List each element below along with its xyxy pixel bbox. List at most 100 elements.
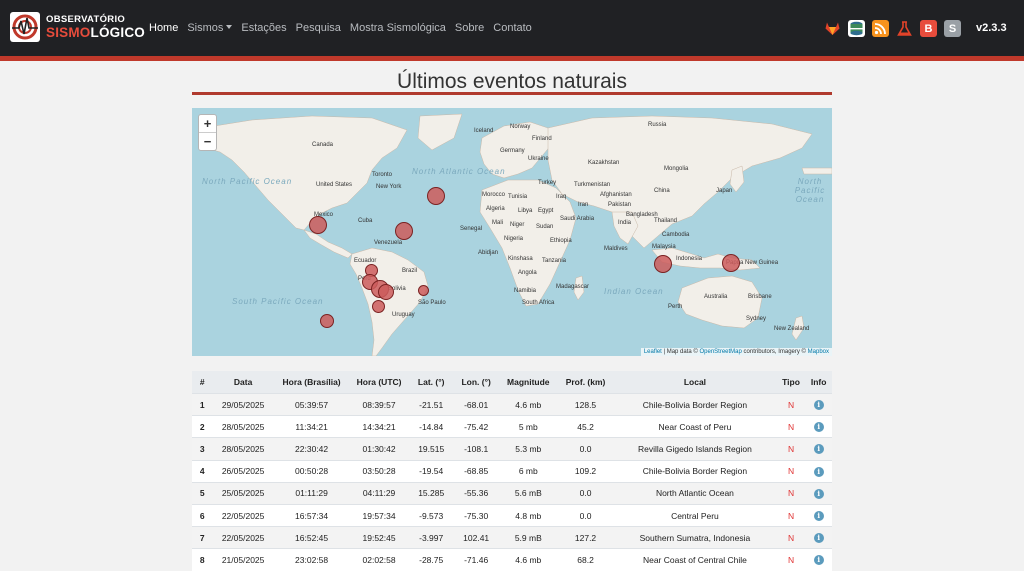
- table-cell: 5.9 mB: [498, 526, 558, 549]
- event-marker[interactable]: [320, 314, 334, 328]
- info-icon[interactable]: i: [813, 444, 824, 455]
- map-label-iceland: Iceland: [474, 128, 494, 134]
- event-marker[interactable]: [427, 187, 445, 205]
- event-marker[interactable]: [418, 285, 429, 296]
- event-marker[interactable]: [378, 284, 394, 300]
- map-label-cambodia: Cambodia: [662, 232, 690, 238]
- rss-icon[interactable]: [872, 20, 889, 37]
- info-icon[interactable]: i: [813, 422, 824, 433]
- table-cell: Chile-Bolivia Border Region: [613, 459, 777, 483]
- event-marker[interactable]: [372, 300, 385, 313]
- table-cell: 6 mb: [498, 459, 558, 483]
- map-label-senegal: Senegal: [460, 226, 483, 232]
- table-row[interactable]: 2 28/05/2025 11:34:21 14:34:21 -14.84 -75.42 5…: [192, 415, 832, 438]
- table-row[interactable]: 3 28/05/2025 22:30:42 01:30:42 19.515 -108.1 5…: [192, 437, 832, 461]
- attribution-text-2: contributors, Imagery ©: [741, 349, 808, 355]
- map-label-united-states: United States: [316, 182, 353, 188]
- table-cell: -28.75: [408, 548, 454, 571]
- table-cell: 19:57:34: [349, 503, 409, 527]
- map-label-egypt: Egypt: [538, 208, 554, 214]
- table-cell: -68.01: [453, 392, 499, 416]
- table-cell: 21/05/2025: [212, 548, 274, 571]
- brand-logo-link[interactable]: OBSERVATÓRIO SISMOLÓGICO: [10, 12, 145, 42]
- table-row[interactable]: 5 25/05/2025 01:11:29 04:11:29 15.285 -55.36 5…: [192, 481, 832, 505]
- event-marker[interactable]: [722, 254, 740, 272]
- map-label-russia: Russia: [648, 122, 667, 128]
- map-label-tunisia: Tunisia: [508, 194, 528, 200]
- brand-sismo-text: SISMO: [46, 25, 91, 40]
- earthquake-map[interactable]: North Pacific Ocean North Atlantic Ocean…: [192, 108, 832, 356]
- title-divider: [192, 92, 832, 95]
- table-row[interactable]: 7 22/05/2025 16:52:45 19:52:45 -3.997 102.41 5…: [192, 526, 832, 549]
- nav-mostra-sismologica[interactable]: Mostra Sismológica: [350, 22, 446, 34]
- table-cell: 05:39:57: [273, 392, 350, 416]
- table-cell: 5 mb: [498, 415, 558, 438]
- map-label-namibia: Namibia: [514, 288, 537, 294]
- table-row[interactable]: 1 29/05/2025 05:39:57 08:39:57 -21.51 -68.01 4…: [192, 392, 832, 416]
- seismograph-logo-icon: [10, 12, 40, 42]
- table-cell-info: i: [805, 526, 832, 549]
- event-marker[interactable]: [654, 255, 672, 273]
- table-row[interactable]: 8 21/05/2025 23:02:58 02:02:58 -28.75 -71.46 4…: [192, 548, 832, 571]
- table-row[interactable]: 4 26/05/2025 00:50:28 03:50:28 -19.54 -68.85 6…: [192, 459, 832, 483]
- info-icon[interactable]: i: [813, 555, 824, 566]
- table-cell: 03:50:28: [349, 459, 409, 483]
- navbar: OBSERVATÓRIO SISMOLÓGICO Home Sismos Est…: [0, 0, 1024, 56]
- map-label-brisbane: Brisbane: [748, 294, 772, 300]
- info-icon[interactable]: i: [813, 466, 824, 477]
- nav-pesquisa[interactable]: Pesquisa: [296, 22, 341, 34]
- table-cell: N: [776, 503, 806, 527]
- table-cell: Near Coast of Central Chile: [613, 548, 777, 571]
- nav-sobre[interactable]: Sobre: [455, 22, 484, 34]
- table-row[interactable]: 6 22/05/2025 16:57:34 19:57:34 -9.573 -75.30 4…: [192, 503, 832, 527]
- map-label-indonesia: Indonesia: [676, 256, 703, 262]
- table-cell: 15.285: [408, 481, 454, 505]
- info-icon[interactable]: i: [813, 488, 824, 499]
- map-label-saudi-arabia: Saudi Arabia: [560, 216, 595, 222]
- table-cell: N: [776, 548, 806, 571]
- map-label-uruguay: Uruguay: [392, 312, 415, 318]
- table-cell: 04:11:29: [349, 481, 409, 505]
- info-icon[interactable]: i: [813, 511, 824, 522]
- map-label-germany: Germany: [500, 148, 525, 154]
- info-icon[interactable]: i: [813, 533, 824, 544]
- leaflet-link[interactable]: Leaflet: [644, 349, 662, 355]
- nav-contato[interactable]: Contato: [493, 22, 532, 34]
- table-cell: 0.0: [557, 503, 614, 527]
- nav-home[interactable]: Home: [149, 22, 178, 34]
- event-marker[interactable]: [395, 222, 413, 240]
- map-label-libya: Libya: [518, 208, 533, 214]
- science-icon[interactable]: [896, 20, 913, 37]
- map-label-angola: Angola: [518, 270, 537, 276]
- info-icon[interactable]: i: [813, 400, 824, 411]
- zoom-out-button[interactable]: −: [199, 132, 216, 150]
- table-cell: 5.3 mb: [498, 437, 558, 461]
- map-label-new-york: New York: [376, 184, 402, 190]
- map-attribution: Leaflet | Map data © OpenStreetMap contr…: [640, 348, 832, 356]
- col-header-info: Info: [805, 371, 832, 394]
- table-cell-info: i: [805, 503, 832, 527]
- b-icon[interactable]: B: [920, 20, 937, 37]
- map-label-sao-paulo: São Paulo: [418, 300, 446, 306]
- event-marker[interactable]: [309, 216, 327, 234]
- nav-sismos[interactable]: Sismos: [187, 22, 233, 34]
- osm-link[interactable]: OpenStreetMap: [700, 349, 742, 355]
- table-cell: 7: [192, 526, 213, 549]
- map-label-tanzania: Tanzania: [542, 258, 567, 264]
- table-cell: Revilla Gigedo Islands Region: [613, 437, 777, 461]
- mapbox-link[interactable]: Mapbox: [808, 349, 829, 355]
- table-cell-info: i: [805, 415, 832, 438]
- table-cell: -3.997: [408, 526, 454, 549]
- ocean-label-north-pacific-east: North Pacific Ocean: [794, 177, 826, 204]
- database-icon[interactable]: [848, 20, 865, 37]
- gitlab-icon[interactable]: [824, 20, 841, 37]
- table-cell: 22/05/2025: [212, 503, 274, 527]
- table-cell: 29/05/2025: [212, 392, 274, 416]
- map-label-south-africa: South Africa: [522, 300, 555, 306]
- map-label-algeria: Algeria: [486, 206, 505, 212]
- table-cell: -21.51: [408, 392, 454, 416]
- table-cell: -14.84: [408, 415, 454, 438]
- s-icon[interactable]: S: [944, 20, 961, 37]
- nav-estacoes[interactable]: Estações: [241, 22, 286, 34]
- zoom-in-button[interactable]: +: [199, 115, 216, 132]
